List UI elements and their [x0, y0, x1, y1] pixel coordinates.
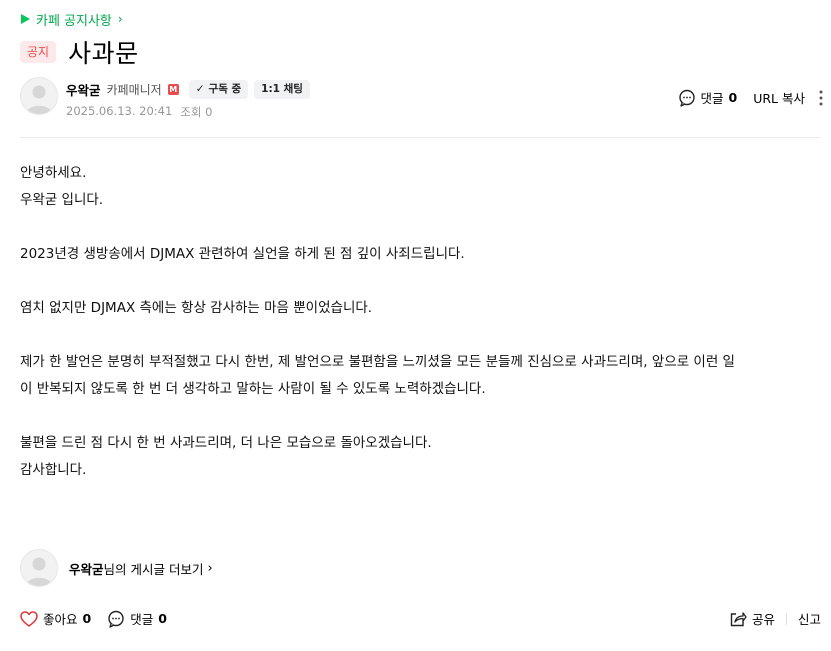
share-icon [730, 611, 747, 626]
check-icon: ✓ [195, 83, 205, 95]
body-line: 제가 한 발언은 분명히 부적절했고 다시 한번, 제 발언으로 불편함을 느끼… [20, 354, 735, 370]
chat-button[interactable]: 1:1 채팅 [254, 80, 310, 99]
footer-comment-count: 0 [158, 611, 167, 626]
subscribe-button[interactable]: ✓ 구독 중 [188, 80, 249, 99]
body-line: 감사합니다. [20, 462, 87, 478]
body-line: 불편을 드린 점 다시 한 번 사과드리며, 더 나은 모습으로 돌아오겠습니다… [20, 435, 432, 451]
divider [785, 612, 787, 625]
user-placeholder-icon [21, 550, 57, 586]
post-body: 안녕하세요. 우왁굳 입니다. 2023년경 생방송에서 DJMAX 관련하여 … [20, 160, 820, 484]
footer-comment-label: 댓글 [130, 612, 154, 627]
author-role: 카페매니저 [106, 83, 162, 97]
share-label: 공유 [751, 612, 775, 627]
body-line: 안녕하세요. [20, 165, 87, 181]
post-views: 조회 0 [180, 105, 213, 119]
comment-label: 댓글 [700, 91, 724, 106]
like-label: 좋아요 [43, 612, 78, 627]
play-triangle-icon [21, 14, 30, 24]
comment-button[interactable]: 댓글 0 [678, 88, 738, 107]
page-title: 사과문 [68, 39, 139, 68]
speech-bubble-icon [678, 89, 695, 107]
chevron-right-icon: › [117, 12, 123, 26]
post-date: 2025.06.13. 20:41 [66, 104, 173, 118]
manager-badge: M [167, 84, 179, 95]
more-posts-suffix: 님의 게시글 더보기 [103, 561, 204, 577]
comment-count: 0 [728, 90, 738, 105]
like-button[interactable]: 좋아요 0 [20, 609, 91, 628]
author-line: 우왁굳 카페매니저 M ✓ 구독 중 1:1 채팅 [66, 80, 310, 99]
subscribe-label: 구독 중 [208, 83, 242, 95]
body-line: 이 반복되지 않도록 한 번 더 생각하고 말하는 사람이 될 수 있도록 노력… [20, 381, 486, 397]
notice-badge: 공지 [20, 41, 57, 63]
body-line: 2023년경 생방송에서 DJMAX 관련하여 실언을 하게 된 점 깊이 사죄… [20, 246, 465, 262]
author-name[interactable]: 우왁굳 [66, 80, 101, 99]
body-line: 우왁굳 입니다. [20, 192, 104, 208]
breadcrumb-label[interactable]: 카페 공지사항 [36, 10, 112, 29]
avatar[interactable] [20, 549, 58, 587]
url-copy-button[interactable]: URL 복사 [753, 88, 805, 107]
chevron-right-icon: › [207, 560, 213, 576]
more-options-icon[interactable] [819, 90, 823, 106]
title-row: 공지 사과문 [20, 34, 139, 70]
footer-actions: 좋아요 0 댓글 0 [20, 609, 183, 628]
footer-right-actions: 공유 신고 [729, 609, 821, 628]
report-button[interactable]: 신고 [798, 609, 821, 628]
more-posts-label[interactable]: 우왁굳님의 게시글 더보기 [69, 559, 203, 578]
share-button[interactable]: 공유 [729, 609, 775, 628]
more-posts-link[interactable]: 우왁굳님의 게시글 더보기 › [20, 549, 213, 587]
body-line: 염치 없지만 DJMAX 측에는 항상 감사하는 마음 뿐이었습니다. [20, 300, 373, 316]
speech-bubble-icon [108, 610, 124, 628]
avatar[interactable] [20, 77, 58, 115]
header-actions: 댓글 0 URL 복사 [678, 88, 824, 107]
header-divider [20, 137, 821, 138]
heart-icon [20, 610, 38, 627]
footer-comment-button[interactable]: 댓글 0 [107, 609, 167, 628]
post-meta: 2025.06.13. 20:41 조회 0 [66, 104, 212, 120]
more-posts-author: 우왁굳 [69, 561, 104, 577]
like-count: 0 [82, 611, 92, 626]
breadcrumb[interactable]: 카페 공지사항 › [21, 9, 123, 29]
user-placeholder-icon [21, 78, 57, 114]
